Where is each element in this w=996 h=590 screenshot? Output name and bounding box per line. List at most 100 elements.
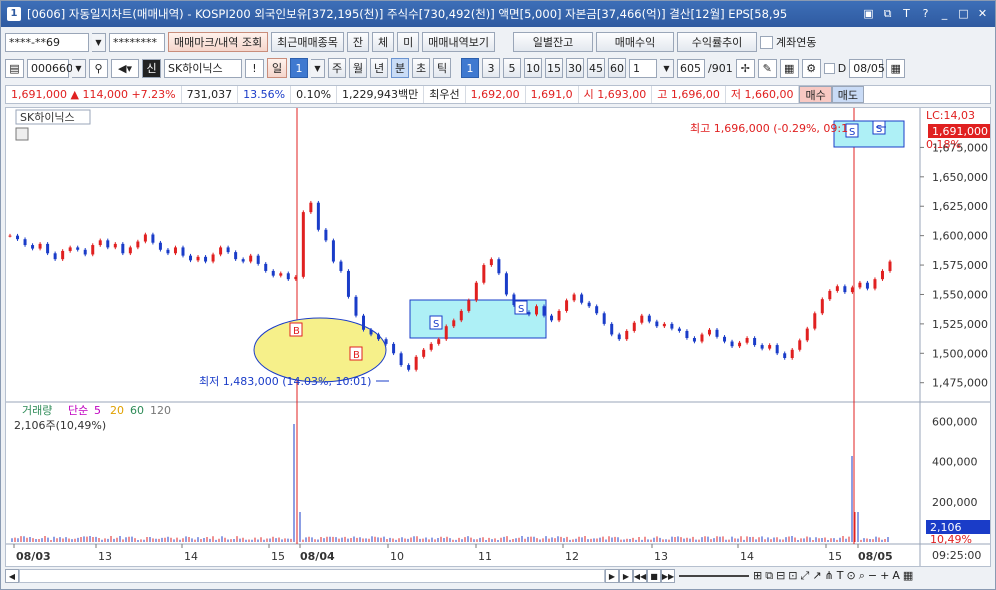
account-dropdown-icon[interactable]: ▼ <box>92 33 106 52</box>
trade-profit-button[interactable]: 매매수익 <box>596 32 674 52</box>
minute-60-button[interactable]: 60 <box>608 58 626 78</box>
price-candle <box>633 323 636 331</box>
price-candle <box>264 264 267 271</box>
draw-icon[interactable]: ✎ <box>758 59 777 78</box>
period-day-button[interactable]: 일 <box>267 58 287 78</box>
date-checkbox[interactable] <box>824 63 835 74</box>
view-count-field[interactable]: 605 <box>677 59 705 78</box>
price-candle <box>61 251 64 259</box>
scrollbar-track[interactable] <box>19 569 605 583</box>
price-candle <box>287 273 290 279</box>
minute-15-button[interactable]: 15 <box>545 58 563 78</box>
period-minute-button[interactable]: 분 <box>391 58 409 78</box>
period-year-button[interactable]: 년 <box>370 58 388 78</box>
buy-button[interactable]: 매수 <box>799 86 831 103</box>
close-icon[interactable]: ✕ <box>974 6 991 22</box>
chart-area[interactable]: SK하이닉스 B B S S S S 1,475,000 1,500,000 1,525,00… <box>5 107 991 567</box>
fib-icon[interactable]: ⋔ <box>825 569 834 583</box>
plus-icon[interactable]: + <box>880 569 889 583</box>
y-tick-label: 1,575,000 <box>932 259 988 272</box>
minus-icon[interactable]: − <box>868 569 877 583</box>
minute-45-button[interactable]: 45 <box>587 58 605 78</box>
price-candle <box>317 203 320 230</box>
stock-code-field[interactable]: 000660 <box>27 59 69 78</box>
search-icon[interactable]: ⚲ <box>89 59 108 78</box>
stop-icon[interactable]: ■ <box>647 569 661 583</box>
account-field[interactable]: ****-**69 <box>5 33 89 52</box>
balance-button[interactable]: 잔 <box>347 32 369 52</box>
price-chart[interactable]: SK하이닉스 B B S S S S 1,475,000 1,500,000 1,525,00… <box>6 108 990 566</box>
minute-5-button[interactable]: 5 <box>503 58 521 78</box>
vol-legend-20: 20 <box>110 404 124 417</box>
date-field[interactable]: 08/05 <box>849 59 883 78</box>
play-icon[interactable]: ▶ <box>619 569 633 583</box>
trade-mark-query-button[interactable]: 매매마크/내역 조회 <box>168 32 268 52</box>
period-dropdown-icon[interactable]: ▼ <box>311 59 325 78</box>
count-dropdown-icon[interactable]: ▼ <box>660 59 674 78</box>
crosshair-icon[interactable]: ✢ <box>736 59 755 78</box>
minute-3-button[interactable]: 3 <box>482 58 500 78</box>
sell-button[interactable]: 매도 <box>832 86 864 103</box>
recent-trades-button[interactable]: 최근매매종목 <box>271 32 344 52</box>
period-month-button[interactable]: 월 <box>349 58 367 78</box>
period-second-button[interactable]: 초 <box>412 58 430 78</box>
speaker-icon[interactable]: ◀▾ <box>111 59 139 78</box>
minute-30-button[interactable]: 30 <box>566 58 584 78</box>
account-link-checkbox[interactable] <box>760 36 773 49</box>
period-week-button[interactable]: 주 <box>328 58 346 78</box>
count-field[interactable]: 1 <box>629 59 657 78</box>
help-icon[interactable]: ? <box>917 6 934 22</box>
calendar-icon[interactable]: ▦ <box>886 59 905 78</box>
camera-icon[interactable]: ⊙ <box>847 569 856 583</box>
period-number[interactable]: 1 <box>290 58 308 78</box>
warning-icon[interactable]: ! <box>245 59 264 78</box>
price-candle <box>392 344 395 353</box>
chart-settings-icon[interactable]: ▤ <box>5 59 24 78</box>
text-tool-icon[interactable]: T <box>837 569 844 583</box>
unfilled-button[interactable]: 미 <box>397 32 419 52</box>
minute-1-button[interactable]: 1 <box>461 58 479 78</box>
minimize-icon[interactable]: _ <box>936 6 953 22</box>
tool-icons[interactable]: ⊞ ⧉ ⊟ ⊡ ⤢ ↗ ⋔ T ⊙ ⌕ − + A ▦ <box>753 569 913 583</box>
link-icon[interactable]: ▣ <box>860 6 877 22</box>
trend-icon[interactable]: ↗ <box>812 569 821 583</box>
period-tick-button[interactable]: 틱 <box>433 58 451 78</box>
zoom-icon[interactable]: ⌕ <box>859 569 865 583</box>
price-candle <box>588 303 591 307</box>
font-size-icon[interactable]: A <box>892 569 900 583</box>
window-icon[interactable]: ⧉ <box>879 6 896 22</box>
password-field[interactable]: ******** <box>109 33 165 52</box>
price-candle <box>851 287 854 292</box>
price-candle <box>806 329 809 341</box>
execution-button[interactable]: 체 <box>372 32 394 52</box>
price-candle <box>16 236 19 240</box>
high-annotation: 최고 1,696,000 (-0.29%, 09:1 <box>690 122 848 135</box>
y-tick-label: 1,525,000 <box>932 318 988 331</box>
gear-icon[interactable]: ⚙ <box>802 59 821 78</box>
ruler-icon[interactable]: ⤢ <box>801 569 810 583</box>
code-dropdown-icon[interactable]: ▼ <box>72 59 86 78</box>
font-icon[interactable]: T <box>898 6 915 22</box>
rewind-icon[interactable]: ◀◀ <box>633 569 647 583</box>
price-candle <box>625 331 628 339</box>
forward-icon[interactable]: ▶▶ <box>661 569 675 583</box>
stack-icon[interactable]: ⊟ <box>776 569 785 583</box>
minute-10-button[interactable]: 10 <box>524 58 542 78</box>
scroll-right-icon[interactable]: ▶ <box>605 569 619 583</box>
overlay-icon[interactable]: ⊡ <box>788 569 797 583</box>
yield-trend-button[interactable]: 수익률추이 <box>677 32 757 52</box>
zoom-fit-icon[interactable]: ⊞ <box>753 569 762 583</box>
zoom-slider[interactable] <box>679 575 749 577</box>
maximize-icon[interactable]: □ <box>955 6 972 22</box>
grid-toggle-icon[interactable]: ▦ <box>903 569 913 583</box>
compare-icon[interactable]: ⧉ <box>765 569 773 583</box>
daily-balance-button[interactable]: 일별잔고 <box>513 32 593 52</box>
price-candle <box>121 244 124 253</box>
price-candle <box>31 245 34 249</box>
save-icon[interactable]: ▦ <box>780 59 799 78</box>
price-candle <box>69 247 72 251</box>
price-candle <box>731 342 734 347</box>
trade-history-button[interactable]: 매매내역보기 <box>422 32 495 52</box>
price-candle <box>415 357 418 370</box>
scroll-left-icon[interactable]: ◀ <box>5 569 19 583</box>
